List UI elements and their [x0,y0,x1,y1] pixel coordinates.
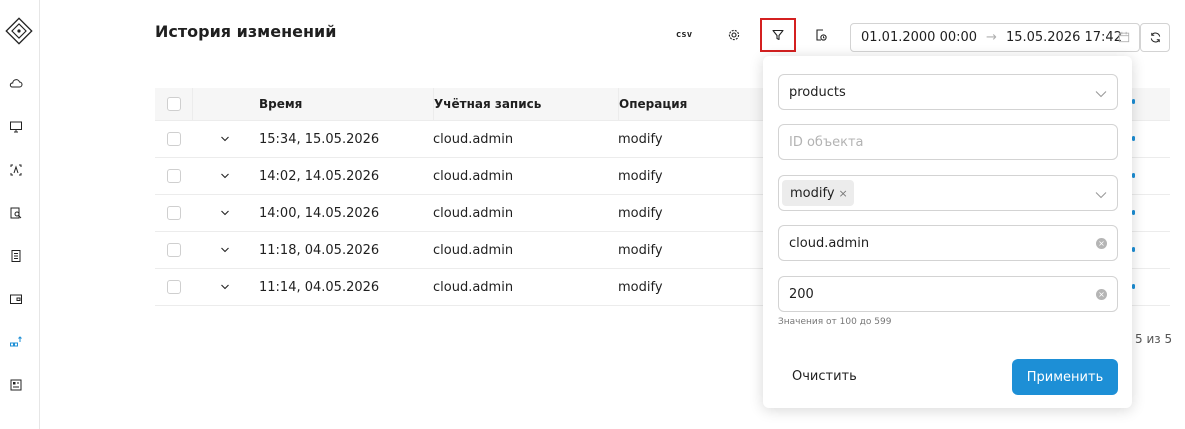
date-range-picker[interactable]: 01.01.2000 00:00 → 15.05.2026 17:42 [850,23,1140,52]
page-title: История изменений [155,22,337,41]
cloud-icon[interactable] [7,75,25,93]
row-indicator [1132,173,1135,178]
monitor-icon[interactable] [7,118,25,136]
chevron-down-icon[interactable] [220,282,230,292]
filter-popup: products modify × cloud.admin × 200 × Зн… [763,56,1132,408]
gear-icon [728,29,740,41]
clock-doc-icon [816,29,827,41]
operation-cell: modify [618,279,663,295]
filter-button[interactable] [760,18,796,52]
apply-button[interactable]: Применить [1012,359,1118,395]
account-field[interactable]: cloud.admin × [778,225,1118,261]
column-account[interactable]: Учётная запись [433,88,618,120]
account-cell: cloud.admin [433,205,514,221]
clear-account-icon[interactable]: × [1096,238,1107,249]
time-cell: 15:34, 15.05.2026 [259,131,380,147]
row-checkbox[interactable] [166,132,181,146]
scrollbar-indicator [1132,99,1135,104]
tag-remove-icon[interactable]: × [839,187,848,200]
column-operation[interactable]: Операция [618,88,768,120]
row-checkbox[interactable] [166,169,181,183]
logo-diamond-icon[interactable] [4,16,34,46]
operation-select[interactable]: modify × [778,175,1118,211]
scan-icon[interactable] [7,161,25,179]
document-list-icon[interactable] [7,247,25,265]
account-cell: cloud.admin [433,279,514,295]
row-checkbox[interactable] [166,280,181,294]
time-cell: 11:14, 04.05.2026 [259,279,380,295]
chevron-down-icon [1095,188,1107,203]
row-checkbox[interactable] [166,206,181,220]
select-all-checkbox[interactable] [166,97,181,111]
account-cell: cloud.admin [433,131,514,147]
network-icon[interactable] [7,333,25,351]
chevron-down-icon[interactable] [220,171,230,181]
status-code-hint: Значения от 100 до 599 [778,317,892,327]
row-indicator [1132,247,1135,252]
row-indicator [1132,284,1135,289]
calendar-icon [1118,31,1130,47]
pagination-count: 5 из 5 [1135,332,1173,346]
csv-label: csv [675,30,693,40]
operation-tag: modify × [782,180,854,206]
chevron-down-icon [1095,87,1107,102]
account-cell: cloud.admin [433,168,514,184]
operation-tag-label: modify [790,185,835,201]
arrow-right-icon: → [986,30,997,45]
operation-cell: modify [618,205,663,221]
row-indicator [1132,136,1135,141]
time-cell: 14:02, 14.05.2026 [259,168,380,184]
grid-doc-icon[interactable] [7,376,25,394]
chevron-down-icon[interactable] [220,134,230,144]
date-from: 01.01.2000 00:00 [861,30,978,45]
clear-status-icon[interactable]: × [1096,289,1107,300]
clipboard-search-icon[interactable] [7,204,25,222]
status-code-field[interactable]: 200 × [778,276,1118,312]
wallet-icon[interactable] [7,290,25,308]
history-button[interactable] [803,18,839,52]
entity-type-select[interactable]: products [778,74,1118,110]
chevron-down-icon[interactable] [220,208,230,218]
account-value: cloud.admin [789,235,870,251]
date-to: 15.05.2026 17:42 [1005,30,1122,45]
refresh-button[interactable] [1140,23,1170,52]
object-id-field[interactable] [778,124,1118,160]
row-indicator [1132,210,1135,215]
row-checkbox[interactable] [166,243,181,257]
csv-export-button[interactable]: csv [666,18,702,52]
operation-cell: modify [618,131,663,147]
settings-button[interactable] [716,18,752,52]
status-code-value: 200 [789,286,814,302]
account-cell: cloud.admin [433,242,514,258]
column-time[interactable]: Время [258,97,433,111]
sidebar [0,0,40,429]
operation-cell: modify [618,168,663,184]
time-cell: 14:00, 14.05.2026 [259,205,380,221]
filter-icon [772,29,784,41]
object-id-input[interactable] [789,134,1079,150]
chevron-down-icon[interactable] [220,245,230,255]
entity-type-value: products [789,84,846,100]
refresh-icon [1150,32,1160,43]
clear-button[interactable]: Очистить [792,369,857,384]
operation-cell: modify [618,242,663,258]
time-cell: 11:18, 04.05.2026 [259,242,380,258]
